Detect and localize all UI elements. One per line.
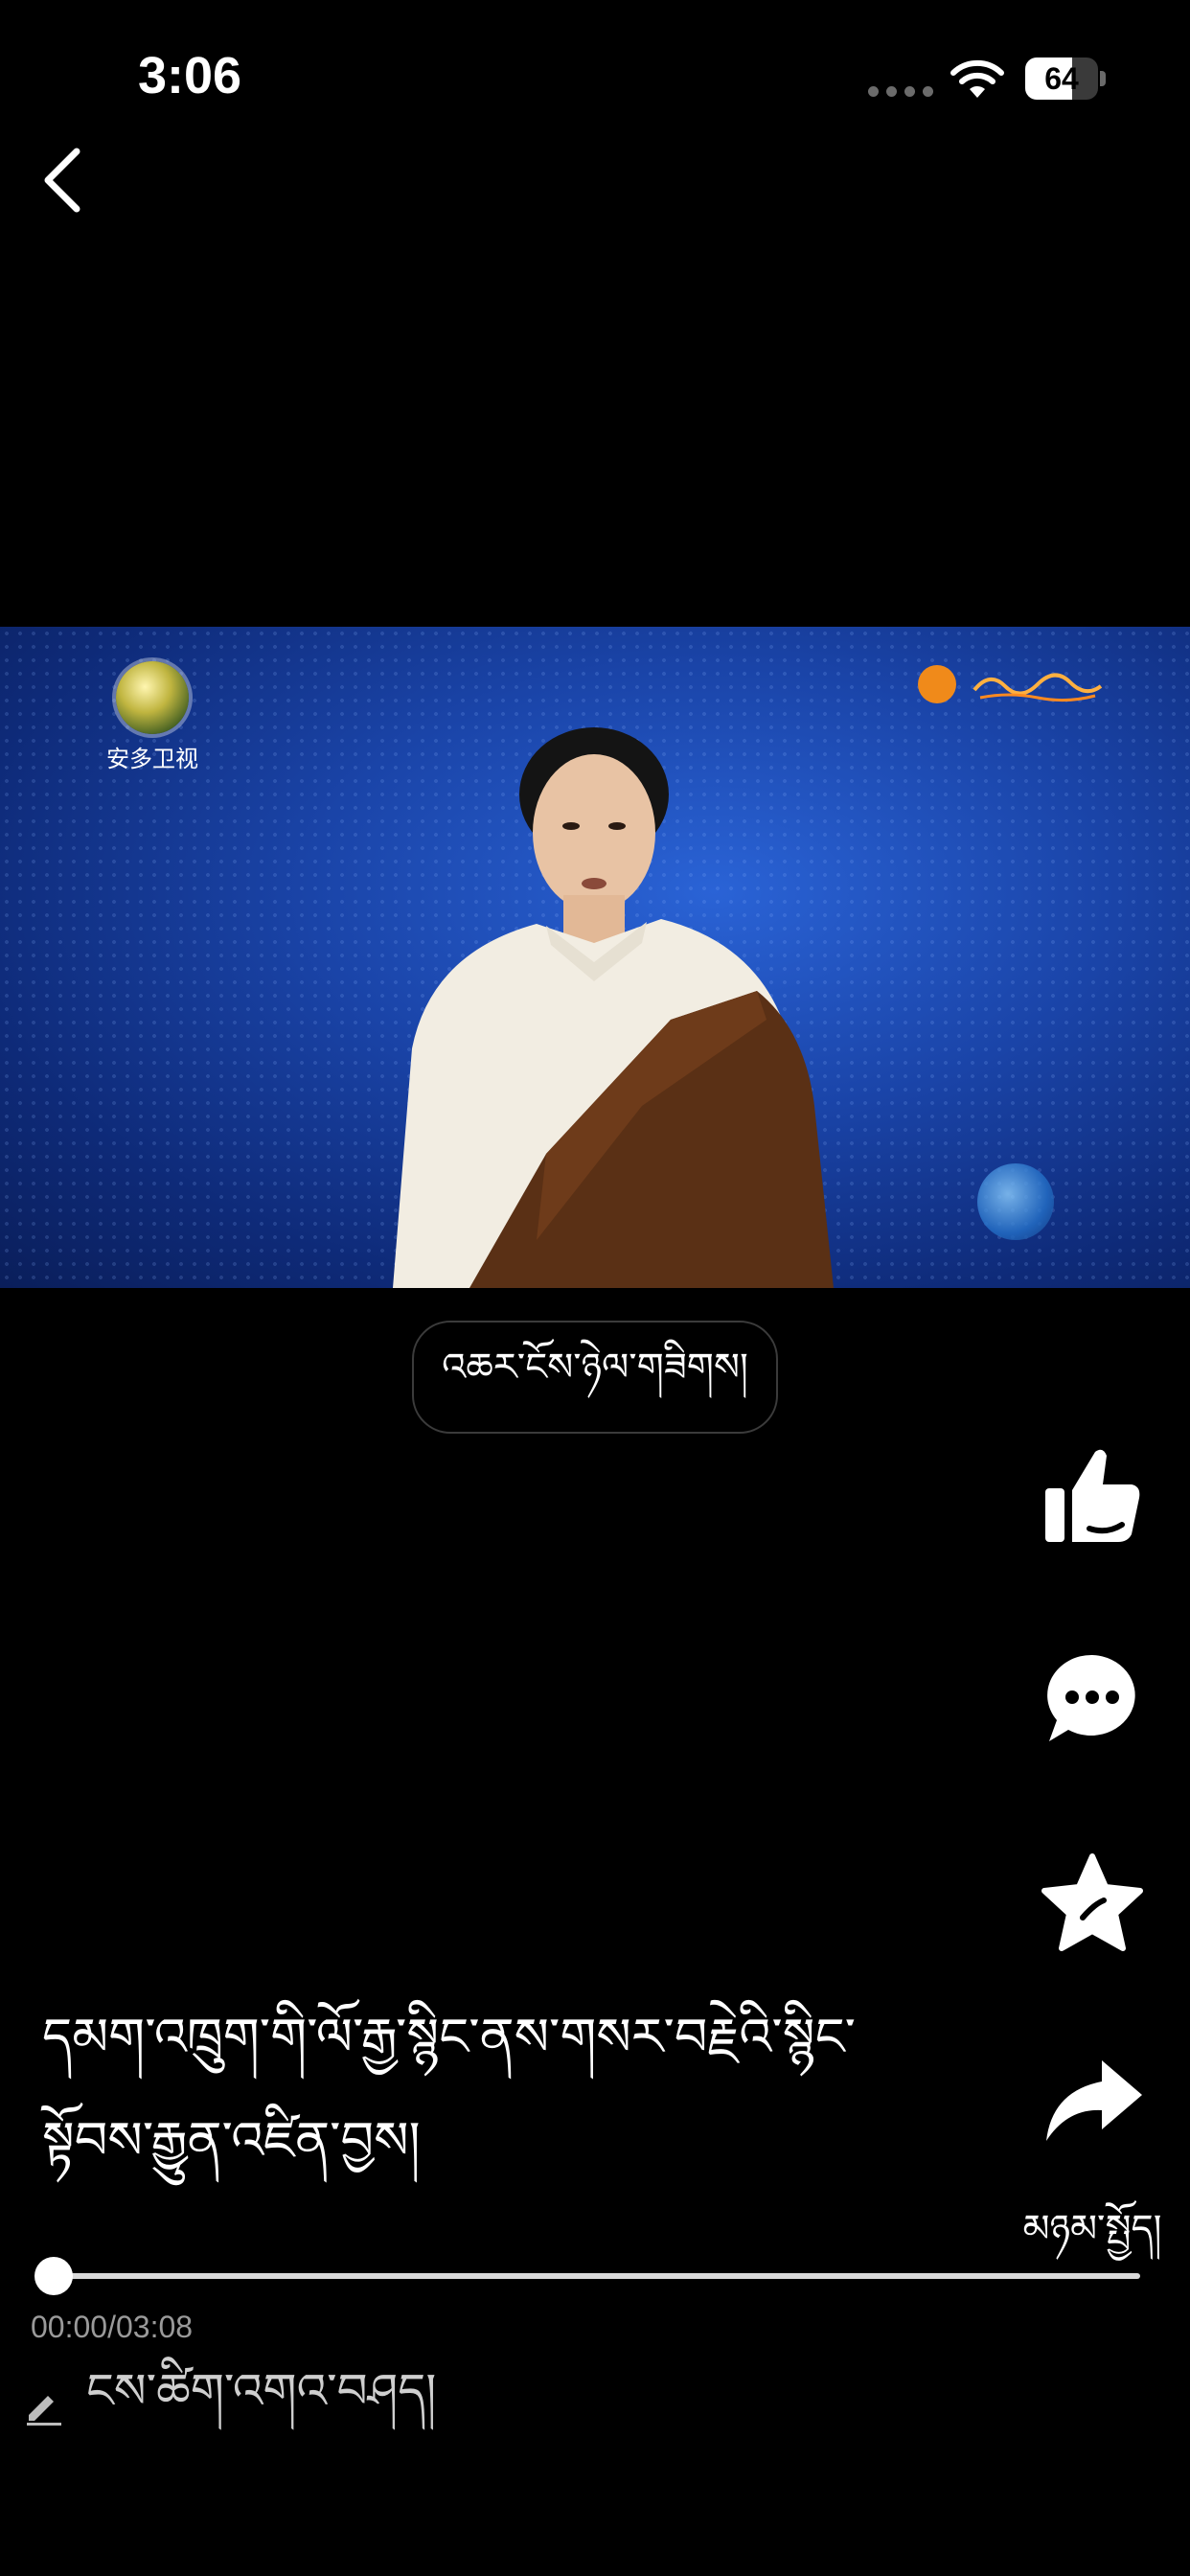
status-time: 3:06 [138, 47, 242, 104]
presenter-image [393, 727, 834, 1288]
favorite-button[interactable] [1035, 1846, 1150, 1961]
share-arrow-icon [1046, 2060, 1142, 2141]
watermark-globe-icon [977, 1163, 1054, 1240]
like-button[interactable] [1035, 1438, 1150, 1552]
battery-icon: 64 [1025, 58, 1106, 100]
wifi-icon [950, 59, 1004, 98]
video-caption: དམག་འཁྲུག་གི་ལོ་རྒྱ་སྙིང་ནས་གསར་བརྗེའི་ས… [42, 2007, 856, 2171]
share-button[interactable] [1035, 2043, 1150, 2158]
channel-logo: 安多卫视 [80, 661, 224, 773]
comment-button[interactable] [1035, 1641, 1150, 1756]
comment-input[interactable]: ངས་ཚིག་འགའ་བཤད། [23, 2363, 885, 2444]
program-logo [918, 665, 1110, 723]
channel-logo-text: 安多卫视 [106, 746, 198, 772]
tag-pill-label: འཆར་ངོས་ཉེལ་གཟིགས། [442, 1345, 748, 1390]
tag-pill-button[interactable]: འཆར་ངོས་ཉེལ་གཟིགས། [412, 1321, 778, 1434]
channel-logo-disc [116, 661, 189, 734]
battery-level: 64 [1044, 61, 1079, 96]
video-player[interactable]: 安多卫视 [0, 627, 1190, 1288]
comment-placeholder: ངས་ཚིག་འགའ་བཤད། [86, 2363, 437, 2419]
chat-bubble-icon [1047, 1654, 1135, 1741]
pencil-icon [27, 2396, 61, 2426]
star-icon [1041, 1853, 1143, 1951]
progress-thumb[interactable] [34, 2257, 73, 2295]
progress-track[interactable] [54, 2273, 1140, 2279]
signal-dots-icon [868, 86, 933, 97]
thumbs-up-icon [1045, 1449, 1140, 1542]
back-button[interactable] [29, 140, 96, 220]
